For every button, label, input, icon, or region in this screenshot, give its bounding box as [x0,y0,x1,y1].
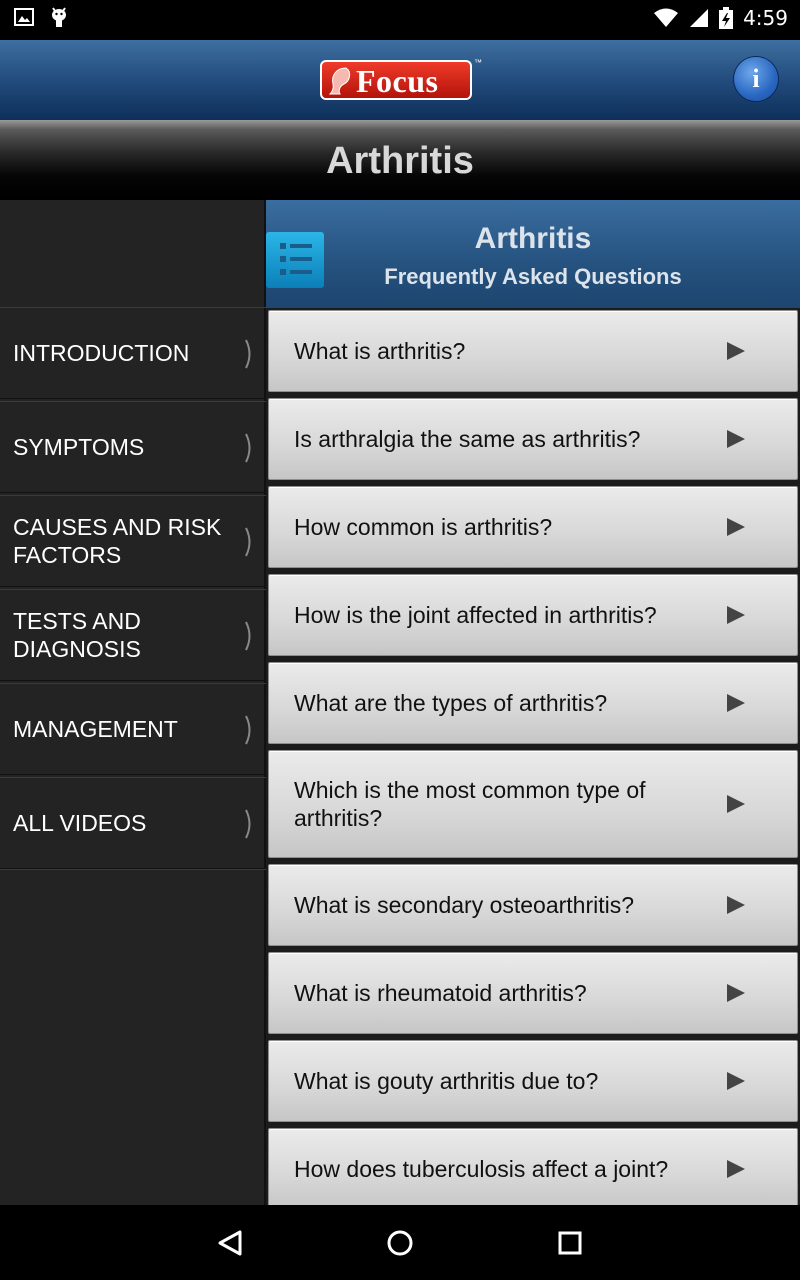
faq-item[interactable]: How common is arthritis? [268,486,798,568]
faq-question: How common is arthritis? [294,514,553,540]
focus-logo: Focus [320,60,472,100]
wifi-icon [654,8,679,27]
logo-trademark: ™ [474,58,482,67]
faq-item[interactable]: What is secondary osteoarthritis? [268,864,798,946]
faq-question: How is the joint affected in arthritis? [294,602,657,628]
title-band: Arthritis [0,120,800,200]
sidebar-item-tests[interactable]: TESTS AND DIAGNOSIS [0,589,266,681]
faq-question: What is secondary osteoarthritis? [294,892,635,918]
sidebar-item-label: TESTS AND DIAGNOSIS [13,608,141,662]
sidebar-item-label: INTRODUCTION [13,340,190,366]
chevron-right-icon [245,621,251,651]
sidebar-item-management[interactable]: MANAGEMENT [0,683,266,775]
play-icon [727,518,745,536]
play-icon [727,984,745,1002]
faq-item[interactable]: What is gouty arthritis due to? [268,1040,798,1122]
play-icon [727,1160,745,1178]
faq-header: Arthritis Frequently Asked Questions [266,200,800,308]
faq-item[interactable]: How is the joint affected in arthritis? [268,574,798,656]
home-icon[interactable] [376,1219,424,1267]
faq-item[interactable]: Is arthralgia the same as arthritis? [268,398,798,480]
navigation-bar [0,1205,800,1280]
faq-question: What are the types of arthritis? [294,690,608,716]
play-icon [727,896,745,914]
android-icon [52,7,66,27]
faq-question: Is arthralgia the same as arthritis? [294,426,641,452]
status-bar: 4:59 [0,0,800,40]
faq-question: How does tuberculosis affect a joint? [294,1156,669,1182]
faq-question: What is gouty arthritis due to? [294,1068,599,1094]
faq-question: What is arthritis? [294,338,466,364]
back-icon[interactable] [206,1219,254,1267]
sidebar-divider [0,869,266,870]
sidebar-item-label: CAUSES AND RISK FACTORS [13,514,222,568]
logo-text: Focus [356,63,439,99]
play-icon [727,1072,745,1090]
battery-charging-icon [719,7,734,29]
status-time: 4:59 [743,6,788,30]
cell-signal-icon [690,9,709,27]
chevron-right-icon [245,433,251,463]
faq-item[interactable]: What is arthritis? [268,310,798,392]
page-title: Arthritis [326,140,474,182]
faq-question: Which is the most common type of arthrit… [294,777,646,831]
sidebar-item-label: MANAGEMENT [13,716,178,742]
sidebar-item-label: SYMPTOMS [13,434,145,460]
recents-icon[interactable] [546,1219,594,1267]
faq-question: What is rheumatoid arthritis? [294,980,587,1006]
chevron-right-icon [245,715,251,745]
chevron-right-icon [245,339,251,369]
play-icon [727,795,745,813]
faq-item[interactable]: Which is the most common type of arthrit… [268,750,798,858]
sidebar-item-causes[interactable]: CAUSES AND RISK FACTORS [0,495,266,587]
sidebar-item-introduction[interactable]: INTRODUCTION [0,307,266,399]
play-icon [727,606,745,624]
app-header: Focus ™ [0,40,800,120]
faq-item[interactable]: What are the types of arthritis? [268,662,798,744]
play-icon [727,694,745,712]
sidebar: INTRODUCTION SYMPTOMS CAUSES AND RISK FA… [0,200,266,1205]
chevron-right-icon [245,527,251,557]
chevron-right-icon [245,809,251,839]
sidebar-item-symptoms[interactable]: SYMPTOMS [0,401,266,493]
play-icon [727,430,745,448]
image-icon [14,8,34,26]
faq-list: What is arthritis? Is arthralgia the sam… [266,308,800,1205]
sidebar-item-all-videos[interactable]: ALL VIDEOS [0,777,266,869]
sidebar-item-label: ALL VIDEOS [13,810,147,836]
play-icon [727,342,745,360]
faq-subtitle: Frequently Asked Questions [384,264,682,289]
faq-title: Arthritis [474,222,592,255]
faq-item[interactable]: How does tuberculosis affect a joint? [268,1128,798,1205]
logo-mark-icon [328,67,351,95]
faq-item[interactable]: What is rheumatoid arthritis? [268,952,798,1034]
info-button[interactable]: i [734,57,778,101]
